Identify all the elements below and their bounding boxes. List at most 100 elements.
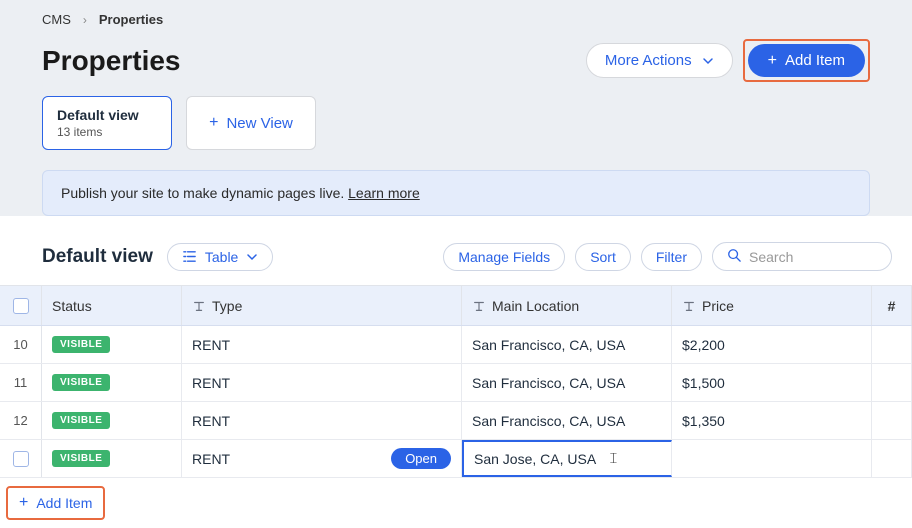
cell-location-editing[interactable]: San Jose, CA, USA 𝙸 — [462, 440, 672, 477]
col-loc-label: Main Location — [492, 298, 579, 314]
manage-fields-label: Manage Fields — [458, 249, 550, 265]
notice: Publish your site to make dynamic pages … — [42, 170, 870, 216]
breadcrumb: CMS › Properties — [22, 0, 890, 33]
data-table: Status Type Main Location Price # 10 VIS… — [0, 285, 912, 528]
select-all-checkbox[interactable] — [13, 298, 29, 314]
cell-location[interactable]: San Francisco, CA, USA — [462, 402, 672, 439]
cell-price-value: $1,350 — [682, 413, 725, 429]
add-item-highlight: + Add Item — [743, 39, 870, 82]
cell-type-value: RENT — [192, 337, 230, 353]
col-type-label: Type — [212, 298, 242, 314]
add-item-label: Add Item — [785, 52, 845, 69]
col-last-label: # — [888, 298, 896, 314]
notice-link[interactable]: Learn more — [348, 185, 420, 201]
cell-type[interactable]: RENT — [182, 364, 462, 401]
search-input-wrap[interactable] — [712, 242, 892, 271]
page-title: Properties — [42, 45, 181, 77]
search-input[interactable] — [749, 249, 869, 265]
cell-more[interactable] — [872, 402, 912, 439]
notice-text: Publish your site to make dynamic pages … — [61, 185, 348, 201]
cell-type[interactable]: RENT — [182, 326, 462, 363]
status-badge: VISIBLE — [52, 450, 110, 467]
plus-icon: + — [768, 53, 777, 69]
plus-icon: + — [19, 495, 28, 511]
add-item-button[interactable]: + Add Item — [748, 44, 865, 77]
new-view-label: New View — [226, 115, 292, 132]
cell-location[interactable]: San Francisco, CA, USA — [462, 326, 672, 363]
col-header-status[interactable]: Status — [42, 286, 182, 325]
cell-price[interactable]: $1,350 — [672, 402, 872, 439]
cell-price[interactable]: $1,500 — [672, 364, 872, 401]
text-icon — [682, 299, 696, 313]
table-header: Status Type Main Location Price # — [0, 286, 912, 326]
cell-loc-value: San Francisco, CA, USA — [472, 413, 625, 429]
add-item-bottom-button[interactable]: + Add Item — [11, 491, 100, 515]
cell-loc-value: San Francisco, CA, USA — [472, 375, 625, 391]
open-row-button[interactable]: Open — [391, 448, 451, 469]
filter-label: Filter — [656, 249, 687, 265]
text-icon — [472, 299, 486, 313]
more-actions-label: More Actions — [605, 52, 692, 69]
status-badge: VISIBLE — [52, 336, 110, 353]
view-card-default[interactable]: Default view 13 items — [42, 96, 172, 150]
cell-type[interactable]: RENT Open — [182, 440, 462, 477]
sort-label: Sort — [590, 249, 616, 265]
row-checkbox[interactable] — [13, 451, 29, 467]
filter-button[interactable]: Filter — [641, 243, 702, 271]
cell-type-value: RENT — [192, 413, 230, 429]
chevron-right-icon: › — [83, 13, 87, 27]
table-row[interactable]: 11 VISIBLE RENT San Francisco, CA, USA $… — [0, 364, 912, 402]
cell-status[interactable]: VISIBLE — [42, 440, 182, 477]
more-actions-button[interactable]: More Actions — [586, 43, 733, 78]
toolbar-title: Default view — [42, 246, 153, 268]
cell-location[interactable]: San Francisco, CA, USA — [462, 364, 672, 401]
col-price-label: Price — [702, 298, 734, 314]
plus-icon: + — [209, 115, 218, 131]
row-number: 12 — [0, 402, 42, 439]
display-mode-label: Table — [205, 249, 238, 265]
cell-type-value: RENT — [192, 451, 230, 467]
view-count: 13 items — [57, 125, 157, 139]
cell-type-value: RENT — [192, 375, 230, 391]
chevron-down-icon — [702, 55, 714, 67]
cell-status[interactable]: VISIBLE — [42, 364, 182, 401]
row-number: 11 — [0, 364, 42, 401]
cell-loc-value: San Francisco, CA, USA — [472, 337, 625, 353]
status-badge: VISIBLE — [52, 412, 110, 429]
chevron-down-icon — [246, 251, 258, 263]
select-all-cell[interactable] — [0, 286, 42, 325]
add-item-bottom-highlight: + Add Item — [6, 486, 105, 520]
table-row[interactable]: 10 VISIBLE RENT San Francisco, CA, USA $… — [0, 326, 912, 364]
list-icon — [182, 249, 197, 264]
add-item-bottom-label: Add Item — [36, 495, 92, 511]
table-row[interactable]: 12 VISIBLE RENT San Francisco, CA, USA $… — [0, 402, 912, 440]
row-number: 10 — [0, 326, 42, 363]
cell-more[interactable] — [872, 364, 912, 401]
view-name: Default view — [57, 107, 157, 123]
breadcrumb-current[interactable]: Properties — [99, 12, 163, 27]
display-mode-select[interactable]: Table — [167, 243, 273, 271]
col-header-price[interactable]: Price — [672, 286, 872, 325]
row-select-cell[interactable] — [0, 440, 42, 477]
cell-price[interactable]: $2,200 — [672, 326, 872, 363]
status-badge: VISIBLE — [52, 374, 110, 391]
cell-more[interactable] — [872, 440, 912, 477]
cell-type[interactable]: RENT — [182, 402, 462, 439]
table-row-editing[interactable]: VISIBLE RENT Open San Jose, CA, USA 𝙸 — [0, 440, 912, 478]
new-view-button[interactable]: + New View — [186, 96, 316, 150]
cell-status[interactable]: VISIBLE — [42, 326, 182, 363]
text-cursor-icon: 𝙸 — [608, 450, 619, 467]
cell-loc-value: San Jose, CA, USA — [474, 451, 596, 467]
breadcrumb-root[interactable]: CMS — [42, 12, 71, 27]
manage-fields-button[interactable]: Manage Fields — [443, 243, 565, 271]
col-header-location[interactable]: Main Location — [462, 286, 672, 325]
cell-price-value: $2,200 — [682, 337, 725, 353]
text-icon — [192, 299, 206, 313]
cell-status[interactable]: VISIBLE — [42, 402, 182, 439]
sort-button[interactable]: Sort — [575, 243, 631, 271]
col-header-more[interactable]: # — [872, 286, 912, 325]
cell-more[interactable] — [872, 326, 912, 363]
cell-price-value: $1,500 — [682, 375, 725, 391]
col-header-type[interactable]: Type — [182, 286, 462, 325]
cell-price[interactable] — [672, 440, 872, 477]
